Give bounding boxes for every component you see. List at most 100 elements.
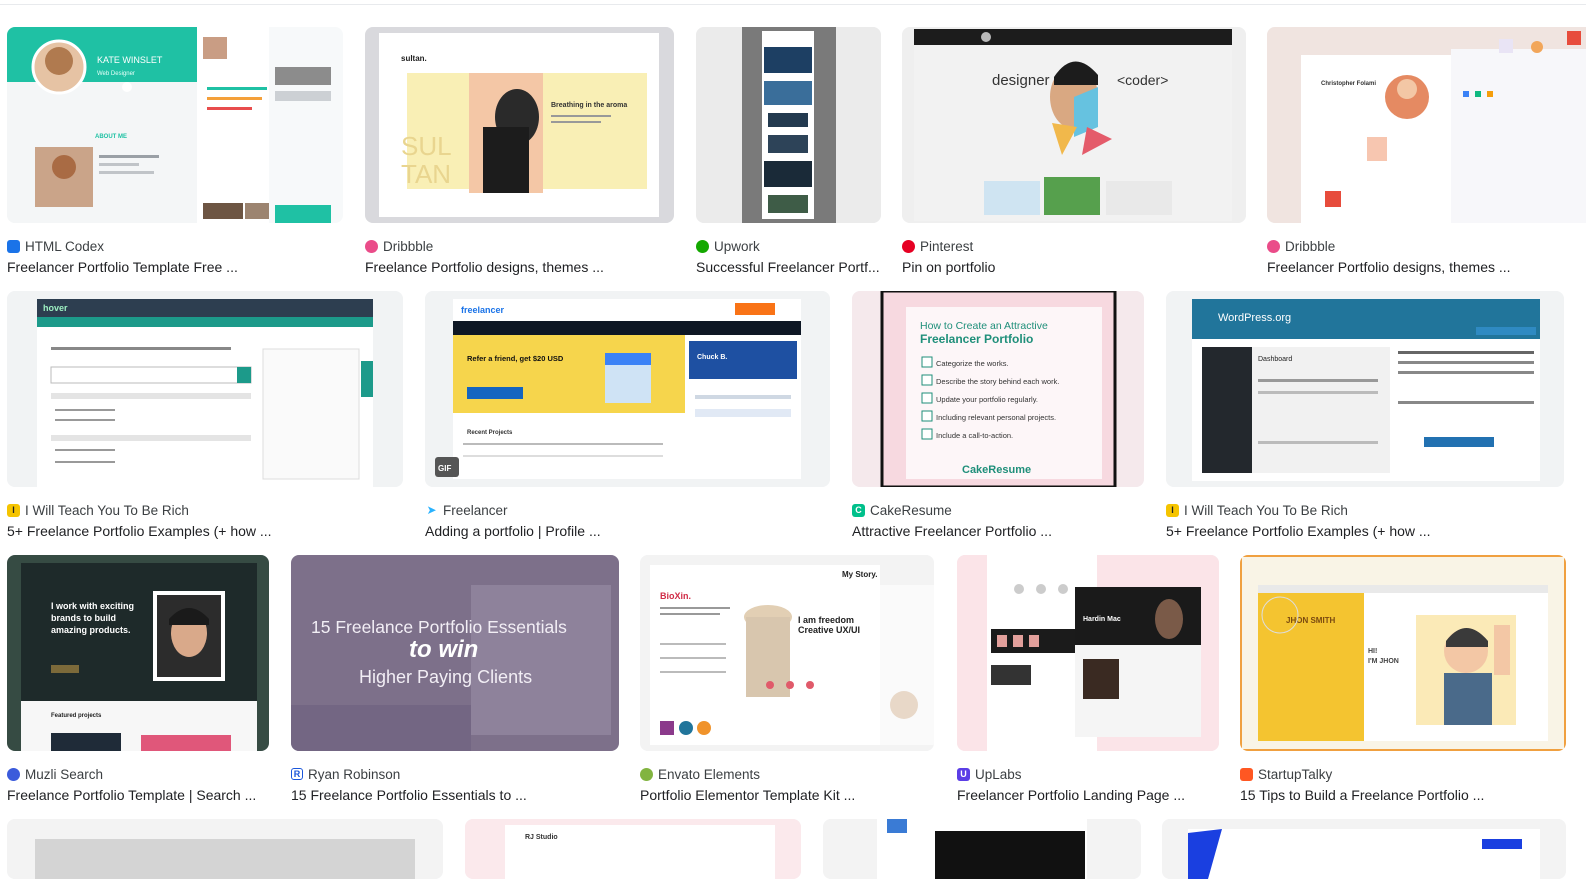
thumb-text: Recent Projects <box>467 430 513 436</box>
result-thumbnail[interactable] <box>1162 819 1566 879</box>
result-source[interactable]: Upwork <box>696 237 760 255</box>
result-thumbnail[interactable] <box>696 27 881 223</box>
result-source[interactable]: Pinterest <box>902 237 973 255</box>
thumb-text: sultan. <box>401 54 427 63</box>
image-result-card[interactable]: KATE WINSLET Web Designer ABOUT ME HTML … <box>7 27 343 277</box>
image-result-card[interactable]: I work with exciting brands to build ama… <box>7 555 269 805</box>
result-title[interactable]: 5+ Freelance Portfolio Examples (+ how .… <box>7 523 403 539</box>
result-title[interactable]: Freelance Portfolio Template | Search ..… <box>7 787 269 803</box>
image-result-card[interactable]: designer <coder> Pinterest Pin on portfo… <box>902 27 1246 277</box>
result-title[interactable]: Freelancer Portfolio designs, themes ... <box>1267 259 1586 275</box>
image-result-card[interactable]: hover I I Will Teach You To Be Rich 5+ F… <box>7 291 403 541</box>
result-thumbnail[interactable]: BioXin. I am freedom Creative UX/UI My S… <box>640 555 934 751</box>
result-thumbnail[interactable]: RJ Studio <box>465 819 801 879</box>
thumb-text: WordPress.org <box>1218 312 1291 324</box>
image-result-card[interactable]: BioXin. I am freedom Creative UX/UI My S… <box>640 555 934 805</box>
image-result-card[interactable]: 15 Freelance Portfolio Essentials to win… <box>291 555 619 805</box>
result-thumbnail[interactable] <box>823 819 1141 879</box>
result-thumbnail[interactable] <box>7 819 443 879</box>
result-source[interactable]: ➤ Freelancer <box>425 501 508 519</box>
thumb-text: Breathing in the aroma <box>551 102 627 109</box>
image-result-card[interactable]: JHON SMITH HI! I'M JHON StartupTalky 15 … <box>1240 555 1566 805</box>
source-name: UpLabs <box>975 766 1022 782</box>
thumb-text: RJ Studio <box>525 834 558 841</box>
result-title[interactable]: Adding a portfolio | Profile ... <box>425 523 830 539</box>
result-thumbnail[interactable]: WordPress.org Dashboard <box>1166 291 1564 487</box>
result-source[interactable]: I I Will Teach You To Be Rich <box>1166 501 1348 519</box>
result-source[interactable]: U UpLabs <box>957 765 1022 783</box>
result-source[interactable]: R Ryan Robinson <box>291 765 400 783</box>
result-source[interactable]: Dribbble <box>1267 237 1335 255</box>
result-title[interactable]: 15 Tips to Build a Freelance Portfolio .… <box>1240 787 1566 803</box>
startuptalky-icon <box>1240 767 1253 781</box>
thumb-text: HI! <box>1368 648 1377 655</box>
thumb-text: Chuck B. <box>697 354 727 361</box>
result-title[interactable]: 5+ Freelance Portfolio Examples (+ how .… <box>1166 523 1564 539</box>
source-name: Freelancer <box>443 502 508 518</box>
image-result-card[interactable]: How to Create an Attractive Freelancer P… <box>852 291 1144 541</box>
html-codex-icon <box>7 239 20 253</box>
uplabs-icon: U <box>957 767 970 781</box>
source-name: Dribbble <box>1285 238 1336 254</box>
thumb-text: KATE WINSLET <box>97 55 163 65</box>
result-title[interactable]: Pin on portfolio <box>902 259 1246 275</box>
thumb-text: I am freedom <box>798 615 854 625</box>
iwt-icon: I <box>7 503 20 517</box>
source-name: Pinterest <box>920 238 974 254</box>
thumb-text: Refer a friend, get $20 USD <box>467 354 564 363</box>
thumb-text: I work with exciting <box>51 601 134 611</box>
cakeresume-icon: C <box>852 503 865 517</box>
result-thumbnail[interactable]: JHON SMITH HI! I'M JHON <box>1240 555 1566 751</box>
result-source[interactable]: Envato Elements <box>640 765 760 783</box>
image-result-card[interactable]: sultan. SUL TAN Breathing in the aroma D… <box>365 27 674 277</box>
image-result-card[interactable]: freelancer Refer a friend, get $20 USD C… <box>425 291 830 541</box>
source-name: CakeResume <box>870 502 952 518</box>
thumb-text: Christopher Folami <box>1321 81 1376 87</box>
envato-icon <box>640 767 653 781</box>
result-thumbnail[interactable]: Hardin Mac <box>957 555 1219 751</box>
thumb-text: SUL <box>401 131 452 161</box>
result-title[interactable]: Attractive Freelancer Portfolio ... <box>852 523 1144 539</box>
image-result-card[interactable]: WordPress.org Dashboard I I Will Teach Y… <box>1166 291 1564 541</box>
thumb-text: Hardin Mac <box>1083 616 1121 623</box>
image-result-card[interactable]: Hardin Mac U UpLabs Freelancer Portfolio… <box>957 555 1219 805</box>
image-result-card[interactable]: Christopher Folami Dribbble Freelancer P… <box>1267 27 1586 277</box>
source-name: Envato Elements <box>658 766 761 782</box>
thumb-text: Describe the story behind each work. <box>936 377 1059 386</box>
source-name: I Will Teach You To Be Rich <box>25 502 189 518</box>
result-source[interactable]: Muzli Search <box>7 765 103 783</box>
result-source[interactable]: HTML Codex <box>7 237 104 255</box>
source-name: Muzli Search <box>25 766 104 782</box>
thumb-text: ABOUT ME <box>95 134 127 140</box>
upwork-icon <box>696 239 709 253</box>
result-thumbnail[interactable]: I work with exciting brands to build ama… <box>7 555 269 751</box>
source-name: StartupTalky <box>1258 766 1333 782</box>
thumb-text: freelancer <box>461 305 505 315</box>
result-source[interactable]: I I Will Teach You To Be Rich <box>7 501 189 519</box>
thumb-text: Freelancer Portfolio <box>920 332 1033 346</box>
result-source[interactable]: C CakeResume <box>852 501 952 519</box>
result-thumbnail[interactable]: How to Create an Attractive Freelancer P… <box>852 291 1144 487</box>
result-source[interactable]: Dribbble <box>365 237 433 255</box>
result-title[interactable]: Successful Freelancer Portf... <box>696 259 881 275</box>
result-title[interactable]: Freelance Portfolio designs, themes ... <box>365 259 674 275</box>
result-thumbnail[interactable]: designer <coder> <box>902 27 1246 223</box>
result-title[interactable]: 15 Freelance Portfolio Essentials to ... <box>291 787 619 803</box>
thumb-text: hover <box>43 303 68 313</box>
result-thumbnail[interactable]: 15 Freelance Portfolio Essentials to win… <box>291 555 619 751</box>
thumb-text: My Story. <box>842 570 877 579</box>
result-title[interactable]: Freelancer Portfolio Landing Page ... <box>957 787 1219 803</box>
result-thumbnail[interactable]: freelancer Refer a friend, get $20 USD C… <box>425 291 830 487</box>
result-source[interactable]: StartupTalky <box>1240 765 1332 783</box>
result-thumbnail[interactable]: KATE WINSLET Web Designer ABOUT ME <box>7 27 343 223</box>
result-title[interactable]: Freelancer Portfolio Template Free ... <box>7 259 343 275</box>
thumb-text: to win <box>409 636 478 663</box>
dribbble-icon <box>365 239 378 253</box>
result-thumbnail[interactable]: Christopher Folami <box>1267 27 1586 223</box>
ryan-robinson-icon: R <box>291 768 303 780</box>
image-result-card[interactable]: Upwork Successful Freelancer Portf... <box>696 27 881 277</box>
result-thumbnail[interactable]: sultan. SUL TAN Breathing in the aroma <box>365 27 674 223</box>
source-name: Ryan Robinson <box>308 766 401 782</box>
result-title[interactable]: Portfolio Elementor Template Kit ... <box>640 787 934 803</box>
result-thumbnail[interactable]: hover <box>7 291 403 487</box>
